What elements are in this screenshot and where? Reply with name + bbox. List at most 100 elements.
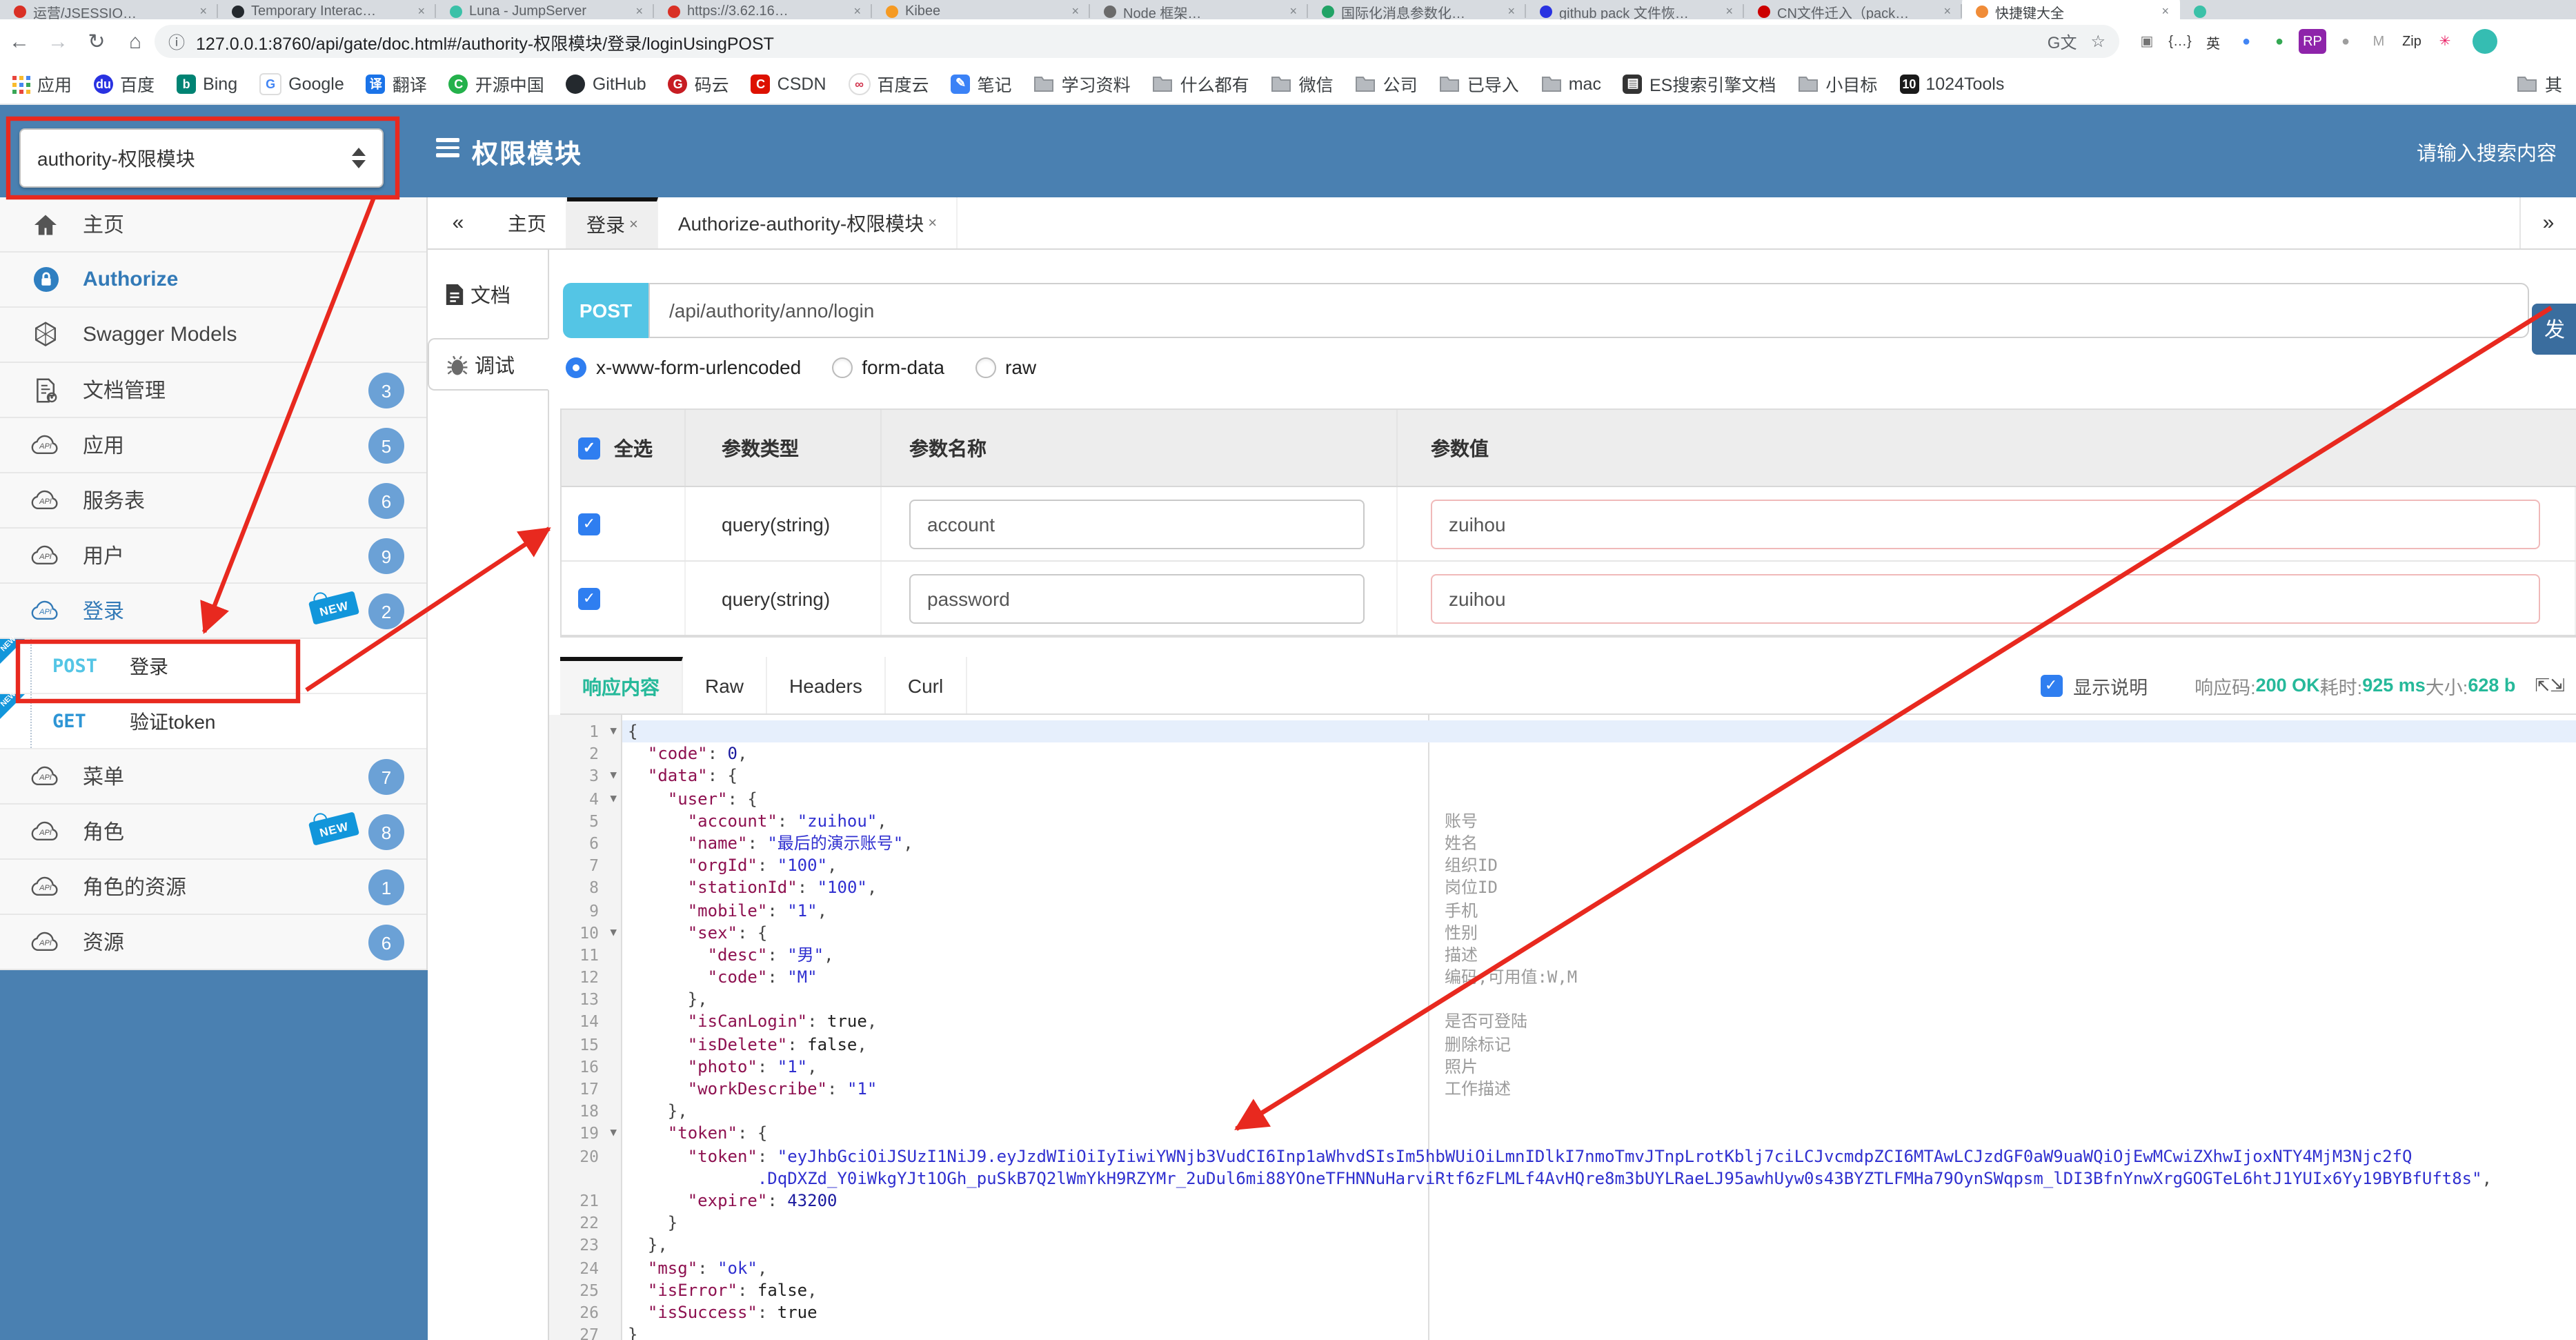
- param-name-input[interactable]: account: [909, 499, 1365, 549]
- sidebar-item-角色[interactable]: API 角色 NEW 8: [0, 805, 426, 860]
- doc-nav-调试[interactable]: 调试: [428, 338, 549, 391]
- bookmark-item[interactable]: 微信: [1271, 70, 1334, 97]
- extension-icon[interactable]: ●: [2332, 29, 2359, 54]
- tab-close-icon[interactable]: ×: [1289, 4, 1297, 18]
- bookmark-star-icon[interactable]: ☆: [2090, 32, 2106, 51]
- tab-close-icon[interactable]: ×: [199, 4, 207, 18]
- extension-icon[interactable]: ●: [2266, 29, 2293, 54]
- bookmark-item[interactable]: GitHub: [566, 74, 646, 93]
- extension-icon[interactable]: ▣: [2133, 29, 2161, 54]
- bookmark-item[interactable]: 小目标: [1798, 70, 1877, 97]
- param-name-input[interactable]: password: [909, 573, 1365, 623]
- sidebar-item-登录[interactable]: API 登录 NEW 2: [0, 584, 426, 639]
- tab-close-icon[interactable]: ×: [635, 4, 643, 18]
- bookmark-item[interactable]: b Bing: [177, 74, 237, 93]
- show-desc-checkbox[interactable]: ✓: [2040, 674, 2063, 696]
- doc-tab-Authorize-authority-权限模块[interactable]: Authorize-authority-权限模块 ×: [659, 197, 958, 248]
- send-button[interactable]: 发: [2532, 304, 2576, 355]
- browser-tab[interactable]: https://3.62.16… ×: [654, 0, 872, 19]
- response-editor[interactable]: 1 ▼ 2 3 ▼ 4 ▼ 5 6 7 8 9 10 ▼ 11 12 13 14 15 16 17 18 19 ▼ 20 21 22…: [549, 715, 2576, 1340]
- response-tab-Headers[interactable]: Headers: [767, 657, 886, 713]
- browser-tab[interactable]: Luna - JumpServer ×: [436, 0, 654, 19]
- tab-close-icon[interactable]: ×: [629, 217, 638, 233]
- profile-avatar[interactable]: [2473, 29, 2497, 54]
- bookmark-item[interactable]: 已导入: [1440, 70, 1519, 97]
- tab-close-icon[interactable]: ×: [1071, 4, 1079, 18]
- sidebar-item-Swagger Models[interactable]: Swagger Models: [0, 308, 426, 363]
- extension-icon[interactable]: {…}: [2166, 29, 2194, 54]
- sidebar-item-应用[interactable]: API 应用 5: [0, 418, 426, 473]
- sidebar-item-Authorize[interactable]: Authorize: [0, 253, 426, 308]
- home-icon[interactable]: ⌂: [116, 30, 155, 53]
- sidebar-item-主页[interactable]: 主页: [0, 197, 426, 253]
- sidebar-item-菜单[interactable]: API 菜单 7: [0, 749, 426, 805]
- sidebar-item-文档管理[interactable]: 文档管理 3: [0, 363, 426, 418]
- tab-close-icon[interactable]: ×: [928, 215, 937, 231]
- fold-icon[interactable]: ▼: [610, 720, 617, 742]
- tab-close-icon[interactable]: ×: [2161, 4, 2169, 18]
- select-all-checkbox[interactable]: ✓: [578, 437, 600, 459]
- menu-icon[interactable]: [436, 138, 459, 157]
- bookmark-item[interactable]: G Google: [259, 72, 344, 95]
- extension-icon[interactable]: ✳: [2431, 29, 2459, 54]
- fold-icon[interactable]: ▼: [610, 921, 617, 943]
- tab-close-icon[interactable]: ×: [417, 4, 425, 18]
- bookmark-item[interactable]: C CSDN: [751, 74, 826, 93]
- param-checkbox[interactable]: ✓: [578, 587, 600, 609]
- extension-icon[interactable]: 英: [2199, 29, 2227, 54]
- response-tab-Raw[interactable]: Raw: [683, 657, 768, 713]
- search-input[interactable]: 请输入搜索内容: [2417, 138, 2557, 167]
- sidebar-endpoint-登录[interactable]: NEW POST 登录: [0, 635, 426, 694]
- browser-tab[interactable]: 快捷键大全 ×: [1962, 0, 2180, 19]
- radio-raw[interactable]: [975, 357, 996, 377]
- bookmark-folder-more[interactable]: 其: [2517, 70, 2562, 97]
- bookmark-item[interactable]: C 开源中国: [448, 70, 544, 97]
- bookmark-item[interactable]: 应用: [11, 70, 72, 97]
- param-value-input[interactable]: zuihou: [1431, 573, 2541, 623]
- browser-tab[interactable]: github pack 文件恢… ×: [1526, 0, 1744, 19]
- extension-icon[interactable]: ●: [2232, 29, 2260, 54]
- collapse-tabs-icon[interactable]: «: [428, 197, 488, 248]
- tab-close-icon[interactable]: ×: [1943, 4, 1951, 18]
- radio-x-www-form-urlencoded[interactable]: [566, 357, 586, 377]
- doc-tab-登录[interactable]: 登录 ×: [567, 197, 659, 248]
- sidebar-item-角色的资源[interactable]: API 角色的资源 1: [0, 860, 426, 915]
- doc-tab-主页[interactable]: 主页: [488, 197, 567, 248]
- extension-icon[interactable]: RP: [2299, 29, 2326, 54]
- sidebar-item-服务表[interactable]: API 服务表 6: [0, 473, 426, 529]
- tab-close-icon[interactable]: ×: [1507, 4, 1515, 18]
- bookmark-item[interactable]: ∞ 百度云: [848, 70, 929, 97]
- sidebar-item-用户[interactable]: API 用户 9: [0, 529, 426, 584]
- tab-close-icon[interactable]: ×: [1725, 4, 1733, 18]
- bookmark-item[interactable]: 学习资料: [1034, 70, 1131, 97]
- doc-nav-文档[interactable]: 文档: [428, 269, 548, 319]
- bookmark-item[interactable]: ✎ 笔记: [951, 70, 1012, 97]
- browser-tab[interactable]: Kibee ×: [872, 0, 1090, 19]
- bookmark-item[interactable]: 什么都有: [1153, 70, 1249, 97]
- request-url-input[interactable]: /api/authority/anno/login: [648, 283, 2529, 338]
- browser-tab[interactable]: 国际化消息参数化… ×: [1308, 0, 1526, 19]
- site-info-icon[interactable]: ⓘ: [168, 30, 185, 53]
- forward-icon[interactable]: →: [39, 30, 77, 53]
- fold-icon[interactable]: ▼: [610, 787, 617, 809]
- bookmark-item[interactable]: du 百度: [94, 70, 155, 97]
- extension-icon[interactable]: M: [2365, 29, 2392, 54]
- response-tab-Curl[interactable]: Curl: [886, 657, 967, 713]
- sidebar-item-资源[interactable]: API 资源 6: [0, 915, 426, 970]
- bookmark-item[interactable]: mac: [1541, 74, 1601, 93]
- bookmark-item[interactable]: 公司: [1356, 70, 1418, 97]
- param-value-input[interactable]: zuihou: [1431, 499, 2541, 549]
- browser-tab[interactable]: [2180, 0, 2398, 19]
- browser-tab[interactable]: Temporary Interac… ×: [218, 0, 436, 19]
- tab-close-icon[interactable]: ×: [853, 4, 861, 18]
- reload-icon[interactable]: ↻: [77, 29, 116, 54]
- address-bar[interactable]: ⓘ 127.0.0.1:8760/api/gate/doc.html#/auth…: [155, 25, 2119, 58]
- bookmark-item[interactable]: ▤ ES搜索引擎文档: [1623, 70, 1776, 97]
- bookmark-item[interactable]: 10 1024Tools: [1899, 74, 2004, 93]
- bookmark-item[interactable]: G 码云: [668, 70, 729, 97]
- sidebar-endpoint-验证token[interactable]: NEW GET 验证token: [0, 691, 426, 749]
- radio-form-data[interactable]: [831, 357, 853, 377]
- fullscreen-icon[interactable]: ⇱⇲: [2535, 674, 2565, 696]
- module-selector[interactable]: authority-权限模块: [19, 128, 384, 188]
- url-text[interactable]: 127.0.0.1:8760/api/gate/doc.html#/author…: [196, 28, 2034, 55]
